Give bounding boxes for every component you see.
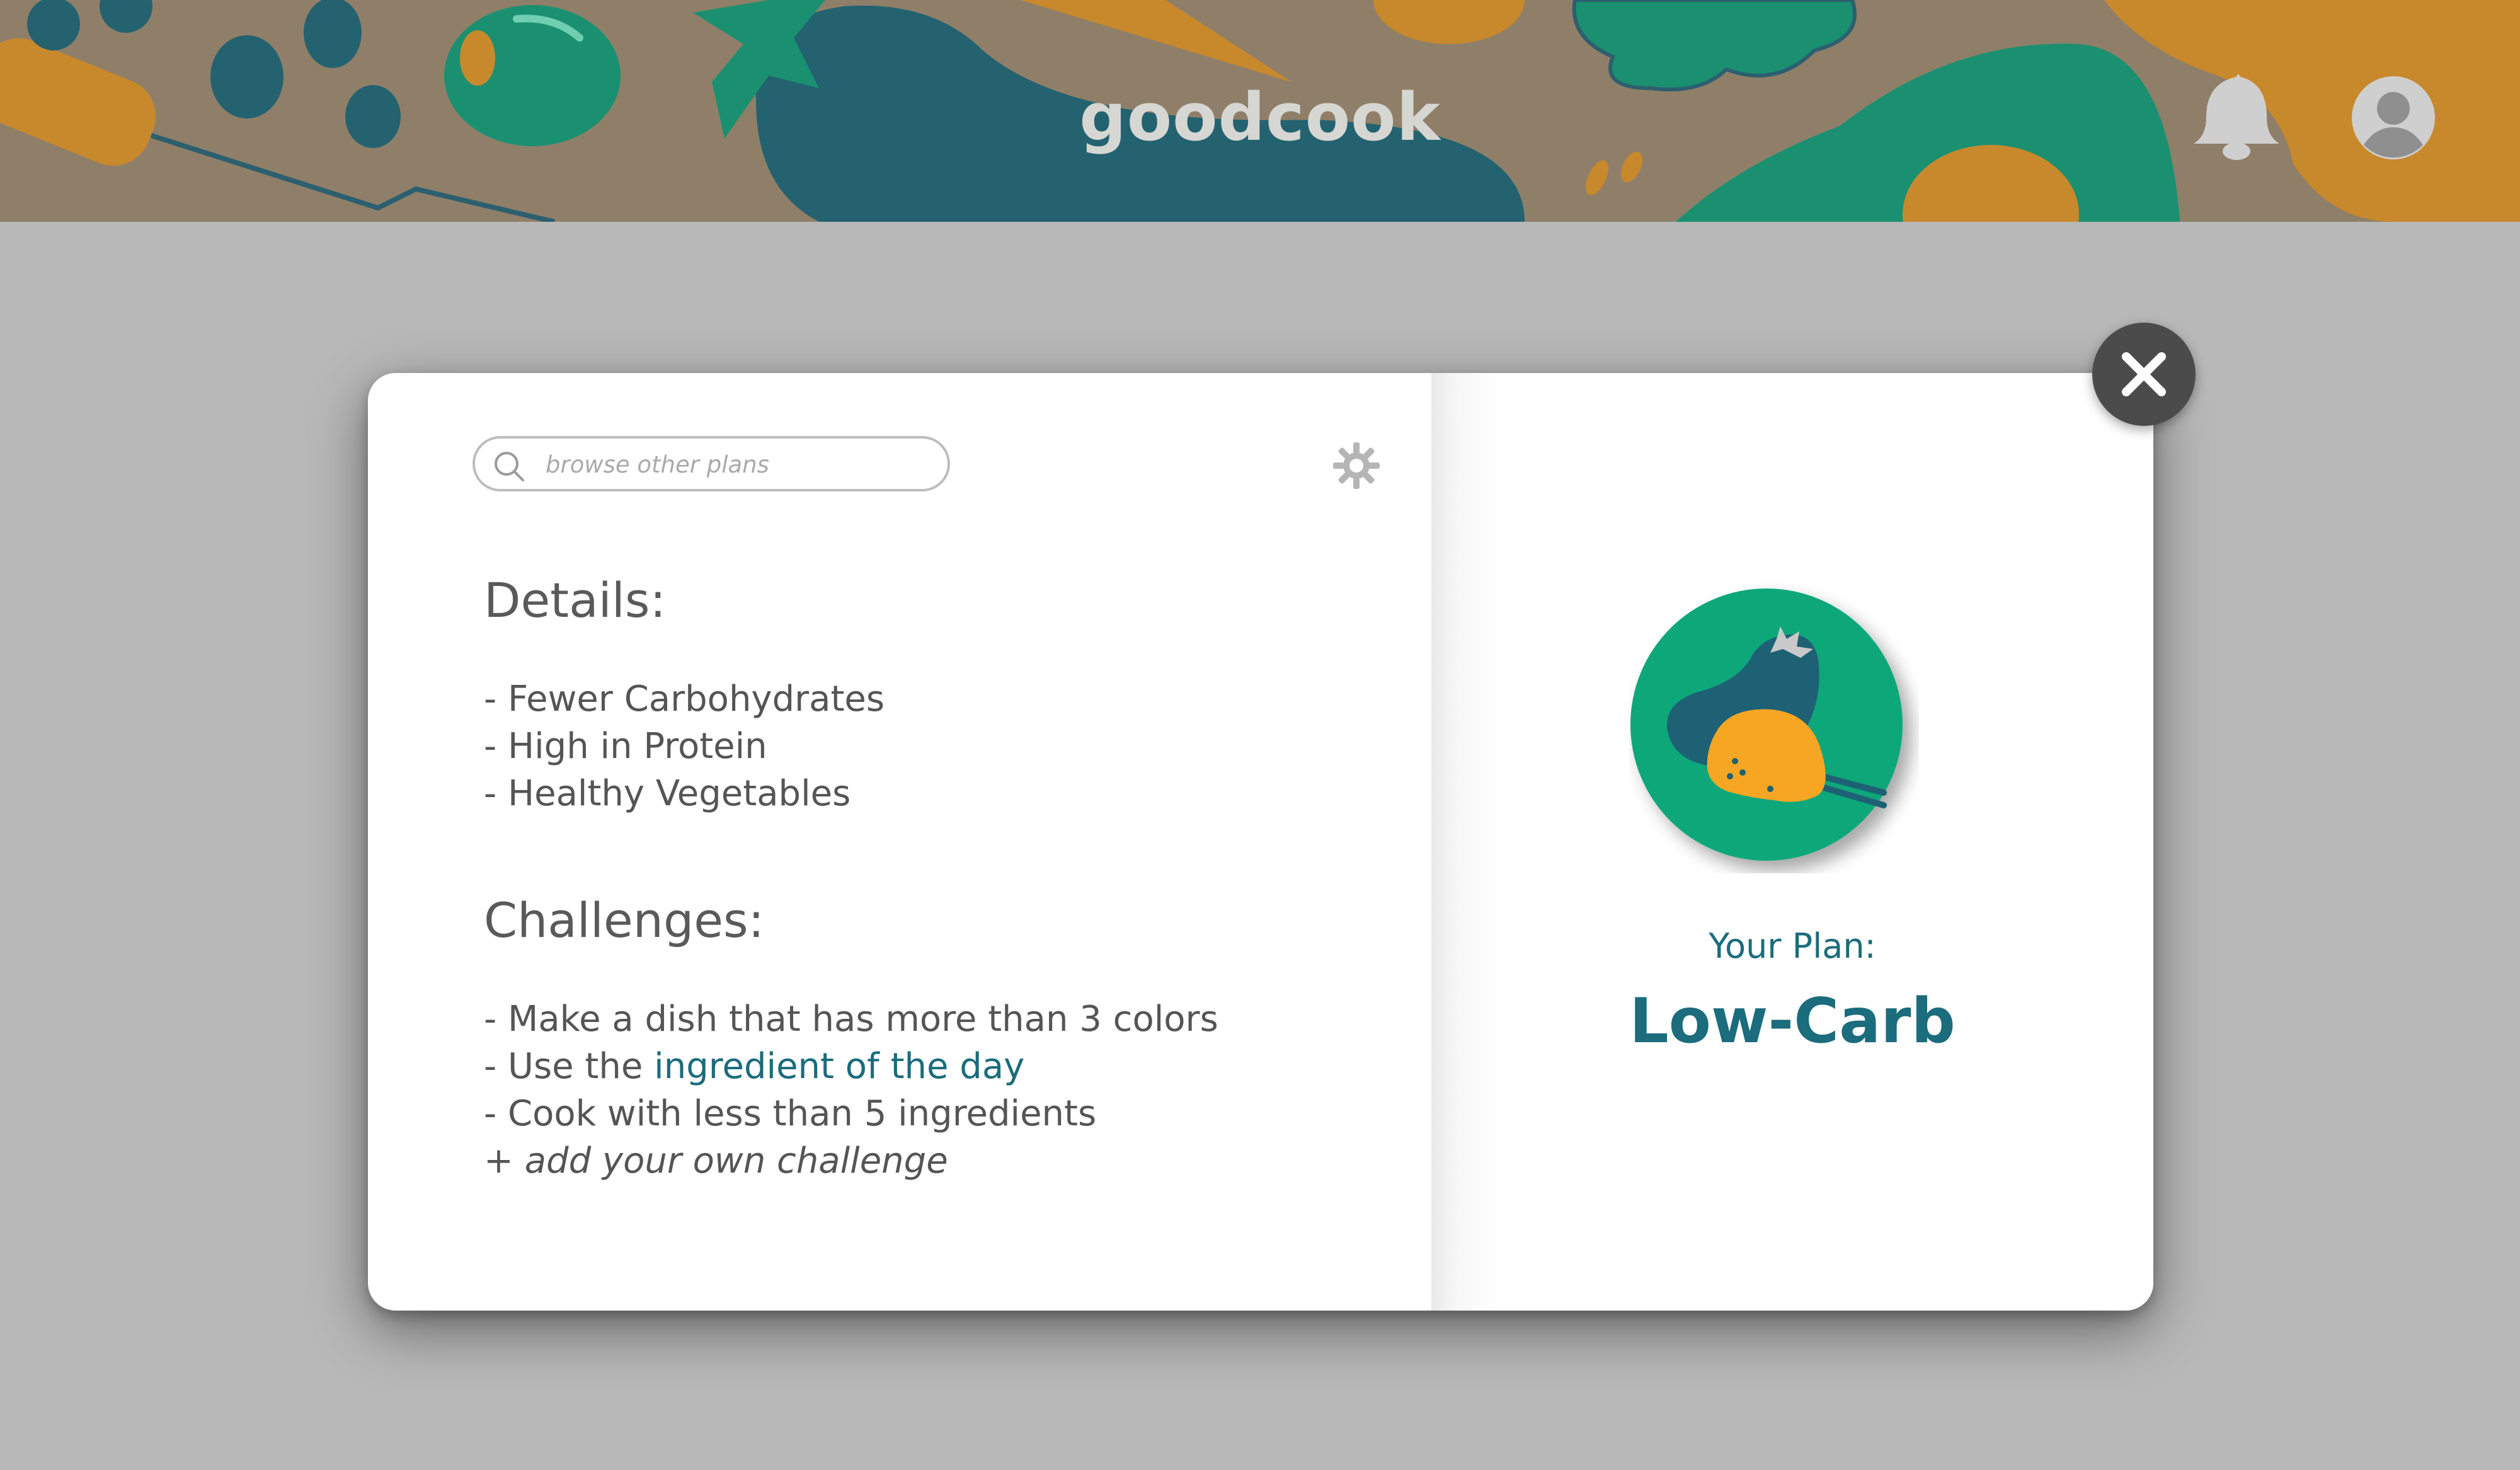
plan-name: Low-Carb	[1629, 985, 1956, 1057]
challenge-item: - Make a dish that has more than 3 color…	[484, 999, 1218, 1040]
close-button[interactable]	[2092, 323, 2196, 426]
challenge-text: - Use the	[484, 1046, 655, 1087]
details-item: - Healthy Vegetables	[484, 773, 851, 814]
challenges-heading: Challenges:	[484, 892, 765, 948]
gear-icon[interactable]	[1332, 441, 1381, 490]
add-challenge-button[interactable]: + add your own challenge	[484, 1137, 1218, 1185]
close-icon	[2122, 352, 2166, 396]
search-icon	[495, 452, 524, 481]
ingredient-of-the-day-link[interactable]: ingredient of the day	[654, 1046, 1024, 1087]
details-item: - High in Protein	[484, 726, 767, 767]
your-plan-label: Your Plan:	[1709, 926, 1876, 966]
details-item: - Fewer Carbohydrates	[484, 679, 885, 720]
challenges-list: - Make a dish that has more than 3 color…	[484, 996, 1218, 1185]
details-heading: Details:	[484, 572, 667, 628]
search-input[interactable]	[544, 447, 925, 481]
details-list: - Fewer Carbohydrates - High in Protein …	[484, 675, 885, 817]
challenge-item: - Cook with less than 5 ingredients	[484, 1093, 1097, 1134]
eggplant-and-chicken-icon	[1630, 589, 1903, 861]
plan-details-pane: Details: - Fewer Carbohydrates - High in…	[368, 373, 1431, 1311]
header-banner: goodcook	[0, 0, 2520, 222]
user-avatar-icon[interactable]	[2350, 74, 2437, 161]
challenge-item: - Use the ingredient of the day	[484, 1043, 1218, 1090]
bell-icon[interactable]	[2186, 69, 2287, 164]
app-logo[interactable]: goodcook	[0, 79, 2520, 156]
browse-plans-search[interactable]	[472, 436, 950, 491]
